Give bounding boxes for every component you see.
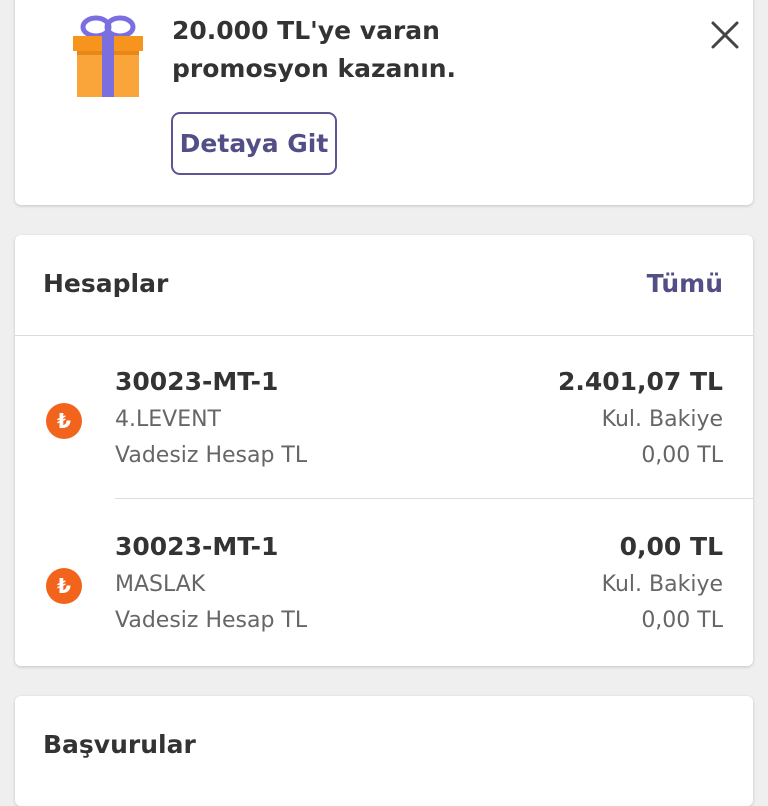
close-button[interactable] bbox=[705, 15, 745, 55]
accounts-card: Hesaplar Tümü ₺ 30023-MT-1 4.LEVENT Vade… bbox=[15, 235, 753, 666]
lira-icon: ₺ bbox=[46, 403, 82, 439]
accounts-title: Hesaplar bbox=[43, 269, 169, 298]
applications-title: Başvurular bbox=[43, 730, 196, 759]
available-balance-label: Kul. Bakiye bbox=[601, 407, 723, 432]
applications-card: Başvurular bbox=[15, 696, 753, 806]
promo-text: 20.000 TL'ye varan promosyon kazanın. bbox=[172, 12, 456, 88]
account-number: 30023-MT-1 bbox=[115, 532, 279, 561]
promo-card: 20.000 TL'ye varan promosyon kazanın. De… bbox=[15, 0, 753, 205]
account-number: 30023-MT-1 bbox=[115, 367, 279, 396]
account-type: Vadesiz Hesap TL bbox=[115, 608, 308, 633]
detail-button[interactable]: Detaya Git bbox=[171, 112, 337, 175]
account-balance: 0,00 TL bbox=[619, 532, 723, 561]
divider bbox=[115, 498, 753, 499]
promo-line-2: promosyon kazanın. bbox=[172, 54, 457, 83]
available-balance-label: Kul. Bakiye bbox=[601, 572, 723, 597]
lira-icon: ₺ bbox=[46, 568, 82, 604]
account-branch: MASLAK bbox=[115, 572, 206, 597]
account-row[interactable]: ₺ 30023-MT-1 MASLAK Vadesiz Hesap TL 0,0… bbox=[15, 501, 753, 664]
account-balance: 2.401,07 TL bbox=[557, 367, 723, 396]
available-balance-value: 0,00 TL bbox=[641, 443, 723, 468]
promo-line-1: 20.000 TL'ye varan bbox=[172, 16, 440, 45]
available-balance-value: 0,00 TL bbox=[641, 608, 723, 633]
account-row[interactable]: ₺ 30023-MT-1 4.LEVENT Vadesiz Hesap TL 2… bbox=[15, 336, 753, 499]
close-icon[interactable] bbox=[710, 20, 740, 50]
account-branch: 4.LEVENT bbox=[115, 407, 221, 432]
gift-icon bbox=[73, 13, 143, 97]
account-type: Vadesiz Hesap TL bbox=[115, 443, 308, 468]
view-all-link[interactable]: Tümü bbox=[647, 269, 723, 298]
